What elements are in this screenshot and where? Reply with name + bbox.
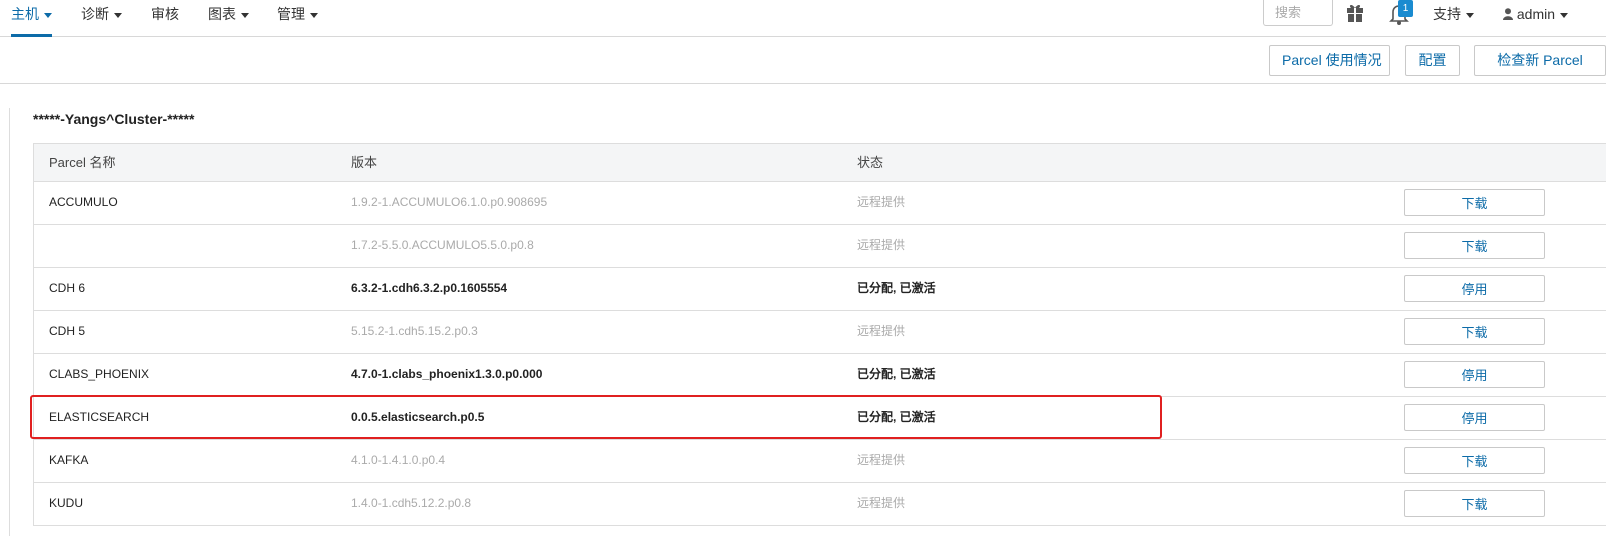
nav-support-label: 支持: [1433, 6, 1461, 22]
nav-diagnostics-menu[interactable]: 诊断: [81, 0, 122, 37]
parcel-table: Parcel 名称 版本 状态 ACCUMULO 1.9.2-1.ACCUMULO…: [33, 143, 1606, 526]
parcel-name-cell: KAFKA: [49, 453, 89, 467]
gift-icon[interactable]: [1346, 0, 1364, 30]
parcel-version-cell: 0.0.5.elasticsearch.p0.5: [351, 410, 485, 424]
header-parcel-name: Parcel 名称: [49, 155, 116, 170]
parcel-name-cell: CLABS_PHOENIX: [49, 367, 150, 381]
parcel-name-cell: CDH 5: [49, 324, 86, 338]
header-version: 版本: [351, 155, 378, 170]
nav-audit-label: 审核: [151, 6, 179, 22]
notification-count-badge: 1: [1398, 0, 1413, 17]
parcel-version-cell: 1.4.0-1.cdh5.12.2.p0.8: [351, 496, 472, 510]
parcel-name-cell: ELASTICSEARCH: [49, 410, 150, 424]
config-button[interactable]: 配置: [1405, 45, 1460, 76]
parcel-status-cell: 远程提供: [857, 324, 906, 338]
parcel-status-cell: 远程提供: [857, 238, 906, 252]
left-sidebar-edge: [0, 108, 10, 536]
nav-hosts-menu[interactable]: 主机: [11, 0, 52, 37]
download-button[interactable]: 下载: [1404, 232, 1545, 259]
download-button[interactable]: 下载: [1404, 318, 1545, 345]
parcel-status-cell: 远程提供: [857, 496, 906, 510]
chevron-down-icon: [44, 12, 52, 18]
table-header: Parcel 名称 版本 状态: [34, 143, 1606, 182]
parcel-version-cell: 5.15.2-1.cdh5.15.2.p0.3: [351, 324, 478, 338]
nav-admin-label: 管理: [277, 6, 305, 22]
parcel-version-cell: 1.9.2-1.ACCUMULO6.1.0.p0.908695: [351, 195, 548, 209]
parcel-status-cell: 已分配, 已激活: [857, 281, 936, 295]
parcel-version-cell: 4.7.0-1.clabs_phoenix1.3.0.p0.000: [351, 367, 543, 381]
nav-charts-menu[interactable]: 图表: [208, 0, 249, 37]
parcel-status-cell: 已分配, 已激活: [857, 410, 936, 424]
nav-hosts-label: 主机: [11, 6, 39, 22]
nav-support-menu[interactable]: 支持: [1433, 0, 1474, 37]
download-button[interactable]: 下载: [1404, 447, 1545, 474]
nav-charts-label: 图表: [208, 6, 236, 22]
table-row: KUDU 1.4.0-1.cdh5.12.2.p0.8 远程提供 下载: [34, 483, 1606, 526]
parcel-version-cell: 4.1.0-1.4.1.0.p0.4: [351, 453, 446, 467]
download-button[interactable]: 下载: [1404, 490, 1545, 517]
nav-admin-menu[interactable]: 管理: [277, 0, 318, 37]
nav-user-label: admin: [1516, 6, 1556, 22]
download-button[interactable]: 下载: [1404, 189, 1545, 216]
table-row: CDH 6 6.3.2-1.cdh6.3.2.p0.1605554 已分配, 已激活…: [34, 268, 1606, 311]
table-row: KAFKA 4.1.0-1.4.1.0.p0.4 远程提供 下载: [34, 440, 1606, 483]
nav-audit-link[interactable]: 审核: [151, 0, 179, 37]
nav-user-menu[interactable]: admin: [1503, 0, 1569, 37]
cluster-title: *****-Yangs^Cluster-*****: [33, 111, 195, 127]
table-row: ACCUMULO 1.9.2-1.ACCUMULO6.1.0.p0.908695 远…: [34, 182, 1606, 225]
deactivate-button[interactable]: 停用: [1404, 275, 1545, 302]
check-new-parcels-button[interactable]: 检查新 Parcel: [1474, 45, 1606, 76]
table-body: ACCUMULO 1.9.2-1.ACCUMULO6.1.0.p0.908695 远…: [34, 182, 1606, 526]
deactivate-button[interactable]: 停用: [1404, 404, 1545, 431]
table-row: CLABS_PHOENIX 4.7.0-1.clabs_phoenix1.3.0.…: [34, 354, 1606, 397]
chevron-down-icon: [310, 12, 318, 18]
parcel-name-cell: ACCUMULO: [49, 195, 118, 209]
chevron-down-icon: [1466, 12, 1474, 18]
chevron-down-icon: [114, 12, 122, 18]
table-row: 1.7.2-5.5.0.ACCUMULO5.5.0.p0.8 远程提供 下载: [34, 225, 1606, 268]
deactivate-button[interactable]: 停用: [1404, 361, 1545, 388]
parcel-status-cell: 远程提供: [857, 453, 906, 467]
parcel-status-cell: 已分配, 已激活: [857, 367, 936, 381]
parcel-toolbar: Parcel 使用情况 配置 检查新 Parcel: [0, 37, 1606, 84]
parcel-name-cell: KUDU: [49, 496, 84, 510]
parcel-version-cell: 1.7.2-5.5.0.ACCUMULO5.5.0.p0.8: [351, 238, 534, 252]
user-icon: [1503, 8, 1513, 20]
table-row: ELASTICSEARCH 0.0.5.elasticsearch.p0.5 已分配…: [34, 397, 1606, 440]
table-row: CDH 5 5.15.2-1.cdh5.15.2.p0.3 远程提供 下载: [34, 311, 1606, 354]
parcel-status-cell: 远程提供: [857, 195, 906, 209]
chevron-down-icon: [1560, 12, 1569, 18]
header-status: 状态: [857, 155, 884, 170]
parcel-usage-button[interactable]: Parcel 使用情况: [1269, 45, 1390, 76]
nav-diagnostics-label: 诊断: [81, 6, 109, 22]
top-nav: 主机 诊断 审核 图表 管理 1 支持 admin: [0, 0, 1606, 37]
parcel-version-cell: 6.3.2-1.cdh6.3.2.p0.1605554: [351, 281, 508, 295]
chevron-down-icon: [241, 12, 249, 18]
parcel-name-cell: CDH 6: [49, 281, 86, 295]
search-input[interactable]: [1263, 0, 1333, 26]
